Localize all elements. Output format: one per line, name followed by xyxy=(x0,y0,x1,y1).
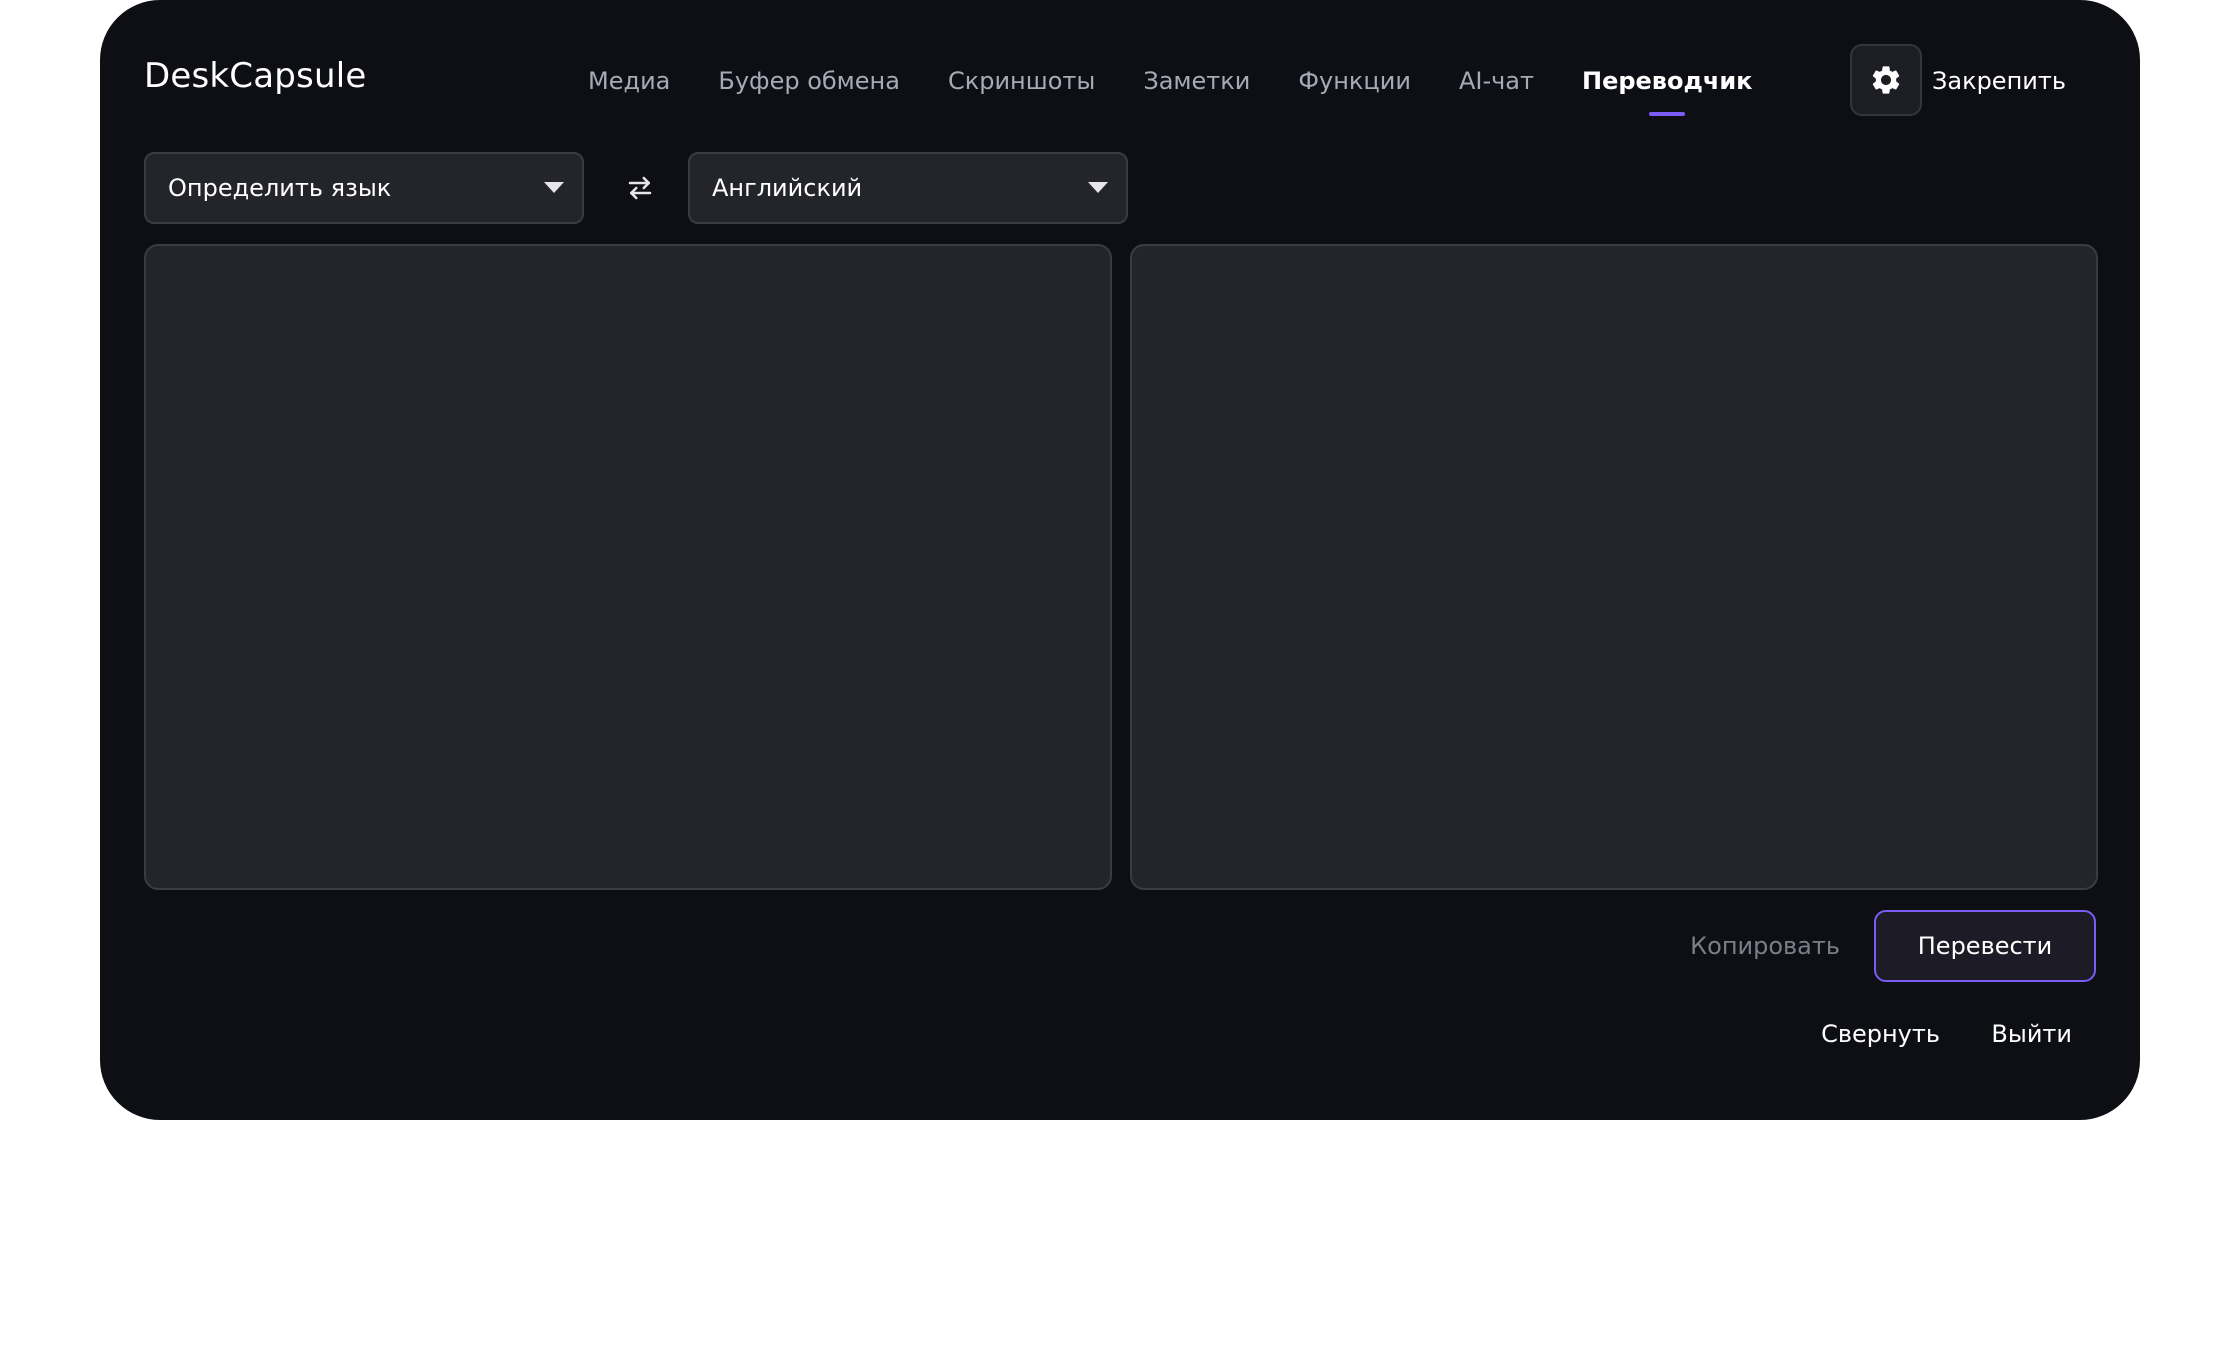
minimize-button[interactable]: Свернуть xyxy=(1821,1020,1940,1048)
tab-notes[interactable]: Заметки xyxy=(1143,44,1250,118)
pin-button[interactable]: Закрепить xyxy=(1932,44,2066,118)
nav-tabs: Медиа Буфер обмена Скриншоты Заметки Фун… xyxy=(588,44,1752,118)
chevron-down-icon xyxy=(1088,182,1108,193)
target-language-value: Английский xyxy=(712,174,863,202)
header: DeskCapsule Медиа Буфер обмена Скриншоты… xyxy=(144,44,2096,118)
swap-languages-button[interactable] xyxy=(618,166,662,210)
tab-ai-chat[interactable]: AI-чат xyxy=(1459,44,1534,118)
translate-button[interactable]: Перевести xyxy=(1874,910,2096,982)
translated-text-output[interactable] xyxy=(1130,244,2098,890)
tab-translator[interactable]: Переводчик xyxy=(1582,44,1752,118)
target-language-select[interactable]: Английский xyxy=(688,152,1128,224)
source-language-value: Определить язык xyxy=(168,174,392,202)
gear-icon xyxy=(1872,66,1900,94)
swap-arrows-icon xyxy=(628,176,652,200)
chevron-down-icon xyxy=(544,182,564,193)
app-title: DeskCapsule xyxy=(144,56,367,96)
settings-button[interactable] xyxy=(1850,44,1922,116)
exit-button[interactable]: Выйти xyxy=(1991,1020,2072,1048)
tab-media[interactable]: Медиа xyxy=(588,44,670,118)
tab-clipboard[interactable]: Буфер обмена xyxy=(718,44,900,118)
app-window: DeskCapsule Медиа Буфер обмена Скриншоты… xyxy=(100,0,2140,1120)
tab-functions[interactable]: Функции xyxy=(1298,44,1411,118)
tab-screenshots[interactable]: Скриншоты xyxy=(948,44,1095,118)
source-text-input[interactable] xyxy=(144,244,1112,890)
copy-button[interactable]: Копировать xyxy=(1690,910,1840,982)
source-language-select[interactable]: Определить язык xyxy=(144,152,584,224)
